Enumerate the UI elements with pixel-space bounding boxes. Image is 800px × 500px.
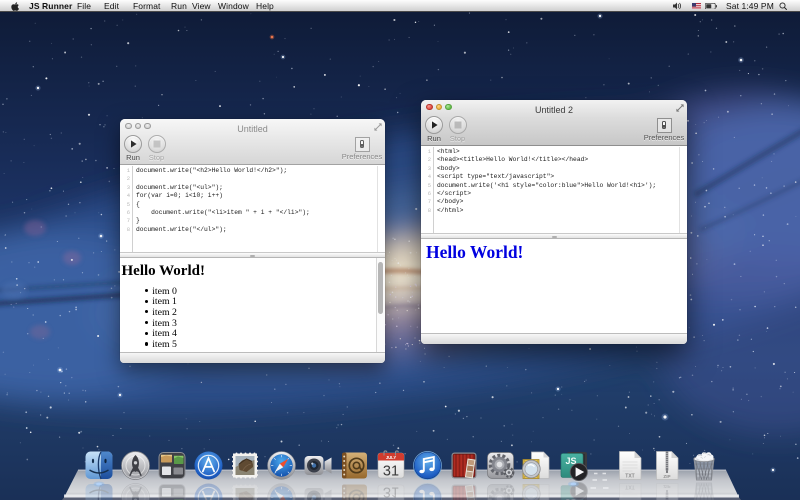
svg-text:ZIP: ZIP [663, 474, 670, 479]
svg-text:JULY: JULY [386, 455, 397, 460]
svg-text:TXT: TXT [625, 474, 634, 480]
svg-text:31: 31 [383, 464, 399, 480]
